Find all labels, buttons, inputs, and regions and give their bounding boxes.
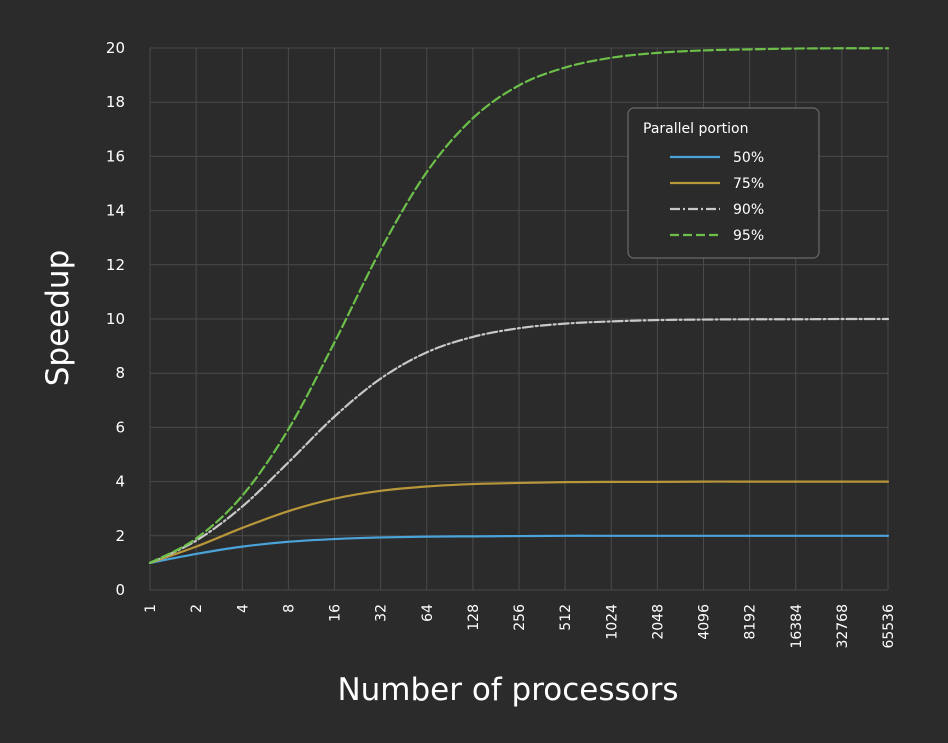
legend-entry-label: 75% — [733, 176, 764, 192]
x-tick-label: 2048 — [650, 604, 666, 640]
x-tick-label: 8192 — [743, 604, 759, 640]
x-tick-label: 16 — [328, 604, 344, 622]
y-tick-label: 4 — [115, 473, 125, 491]
x-tick-label: 32 — [374, 604, 390, 622]
x-tick-label: 4096 — [697, 604, 713, 640]
x-tick-label: 4 — [235, 604, 251, 613]
legend-entry-label: 95% — [733, 228, 764, 244]
x-tick-label: 65536 — [881, 604, 897, 649]
legend-entry-label: 90% — [733, 202, 764, 218]
x-tick-label: 32768 — [835, 604, 851, 649]
x-tick-label: 128 — [466, 604, 482, 631]
y-tick-label: 14 — [106, 202, 125, 220]
x-axis-ticks: 1 2 4 8 16 32 64 128 256 512 1024 2048 4096 8192 16384… — [143, 604, 897, 649]
y-tick-label: 6 — [115, 418, 125, 436]
speedup-chart: 02468101214161820 1 2 4 8 16 32 64 128 256 512 102… — [40, 39, 897, 708]
x-tick-label: 256 — [512, 604, 528, 631]
x-tick-label: 512 — [558, 604, 574, 631]
y-tick-label: 16 — [106, 147, 125, 165]
y-tick-label: 2 — [115, 527, 125, 545]
y-tick-label: 18 — [106, 93, 125, 111]
x-tick-label: 64 — [420, 604, 436, 622]
x-tick-label: 1024 — [604, 604, 620, 640]
x-tick-label: 8 — [281, 604, 297, 613]
legend-entry-label: 50% — [733, 150, 764, 166]
y-axis-label: Speedup — [40, 250, 76, 387]
y-axis-ticks: 0 2 4 6 8 10 12 14 16 18 20 — [106, 39, 125, 599]
y-tick-label: 8 — [115, 364, 125, 382]
y-tick-label: 0 — [115, 581, 125, 599]
x-tick-label: 2 — [189, 604, 205, 613]
y-tick-label: 10 — [106, 310, 125, 328]
legend-title: Parallel portion — [643, 121, 749, 137]
x-tick-label: 16384 — [789, 604, 805, 649]
x-tick-label: 1 — [143, 604, 159, 613]
y-tick-label: 12 — [106, 256, 125, 274]
y-tick-label: 20 — [106, 39, 125, 57]
legend: Parallel portion 50% 75% 90% 95% — [627, 107, 820, 259]
x-axis-label: Number of processors — [337, 672, 678, 708]
